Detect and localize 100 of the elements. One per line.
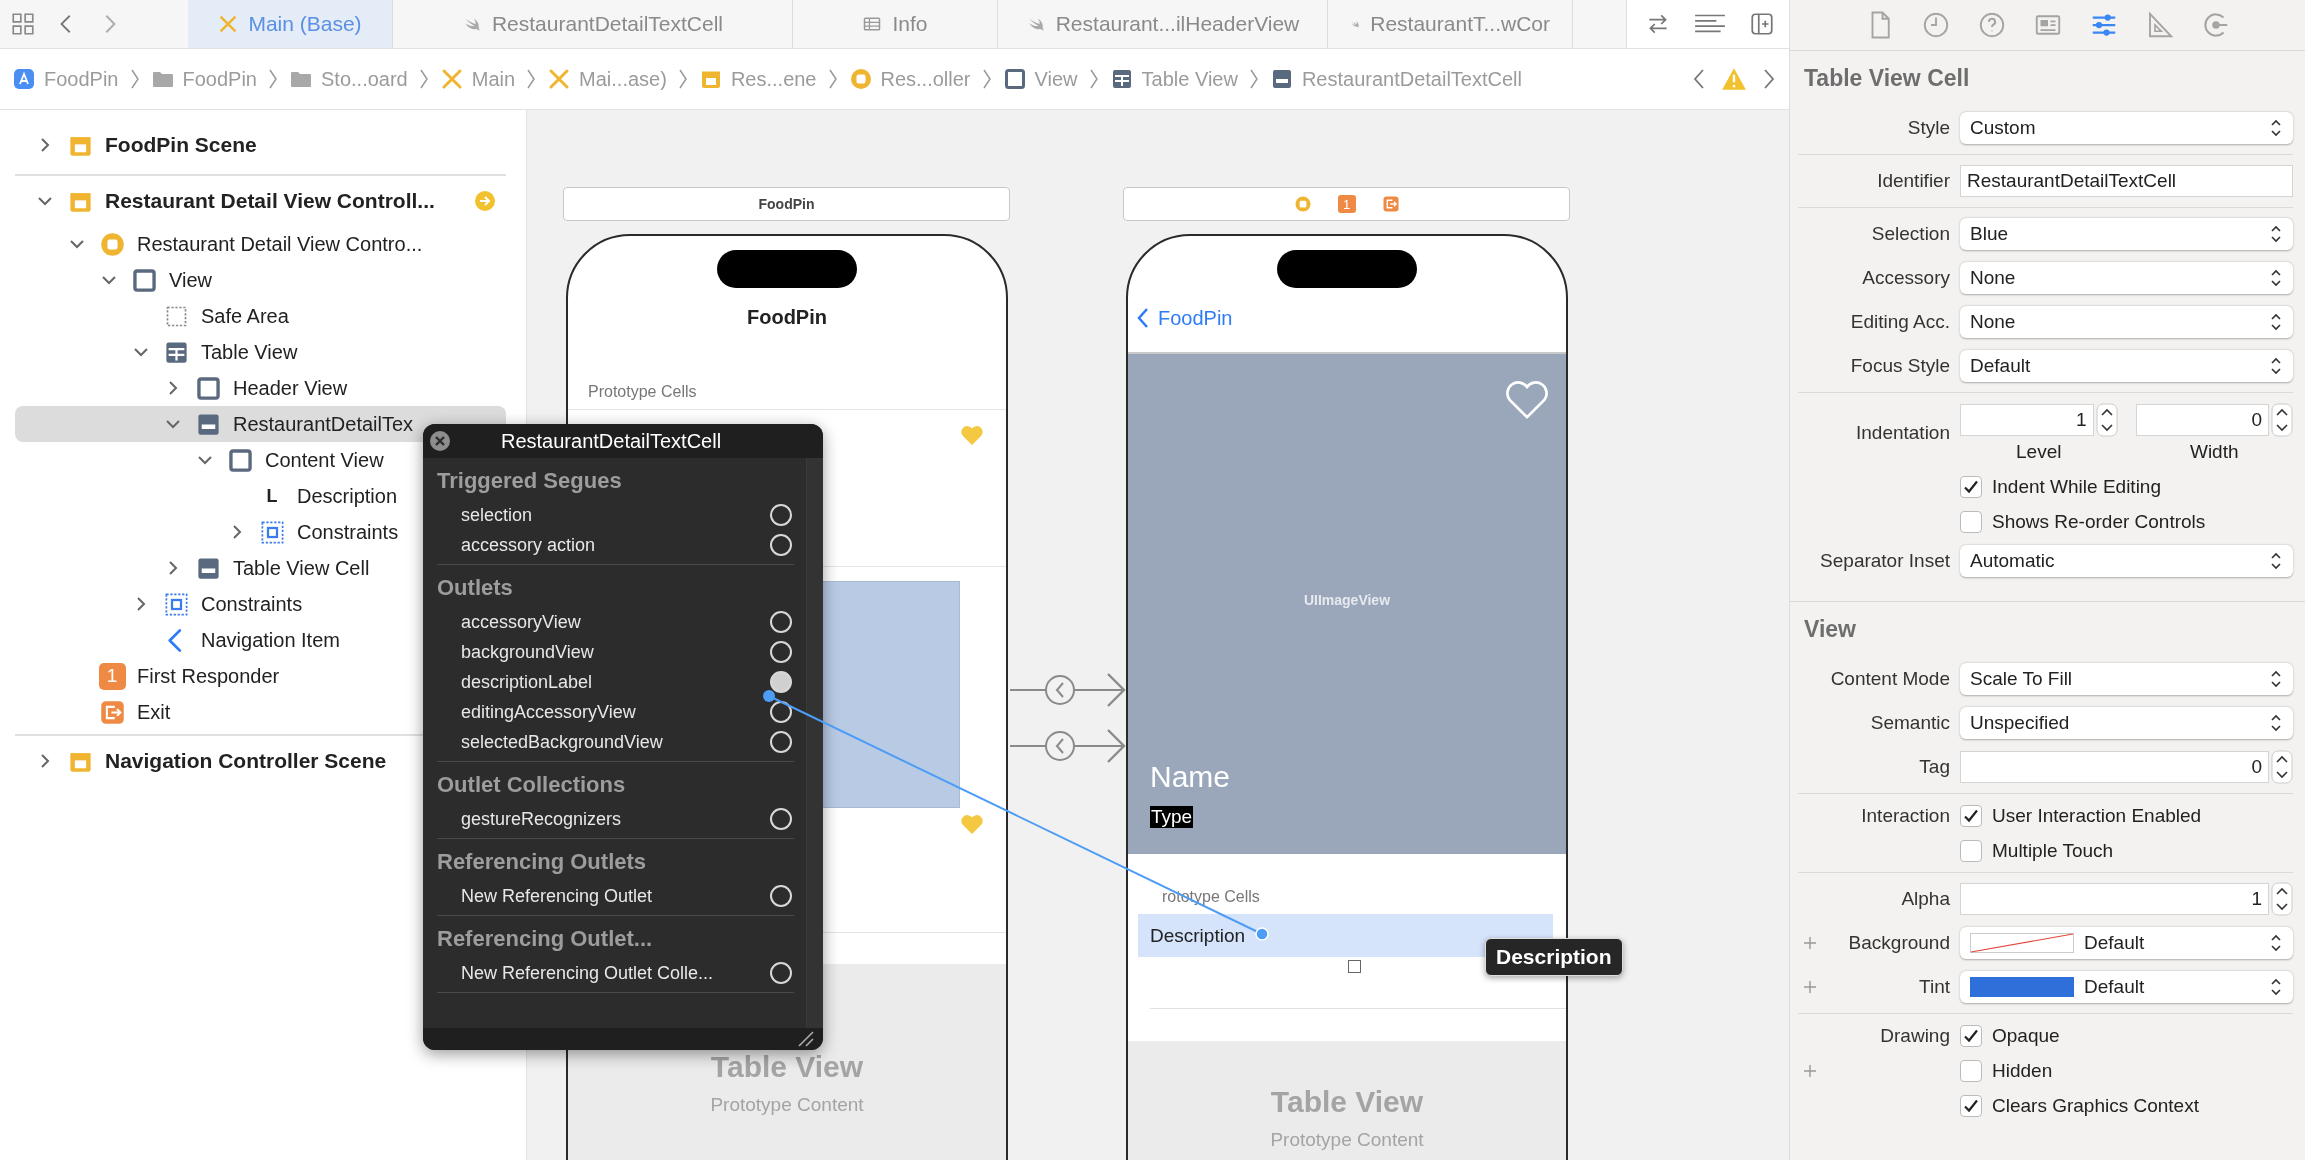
checkbox[interactable] (1960, 804, 1982, 827)
connection-well[interactable] (770, 885, 792, 907)
connection-well[interactable] (770, 808, 792, 830)
checkbox-label: Shows Re-order Controls (1992, 510, 2206, 533)
placeholder-title: Table View (1270, 1085, 1424, 1119)
checkbox[interactable] (1960, 839, 1982, 862)
updown-chevron-icon (2269, 267, 2283, 289)
checkbox[interactable] (1960, 1059, 1982, 1082)
updown-chevron-icon (2269, 117, 2283, 139)
square-icon (226, 446, 254, 474)
placeholder-subtitle: Prototype Content (1270, 1129, 1424, 1151)
checkbox-label: Multiple Touch (1992, 839, 2114, 862)
outline-label: Description (297, 484, 398, 508)
scrollbar[interactable] (806, 458, 823, 1028)
resize-grip-icon[interactable] (797, 1030, 815, 1048)
color-popup-button[interactable]: Default (1960, 971, 2293, 1003)
field-label: Accessory (1862, 267, 1950, 289)
popup-button[interactable]: Custom (1960, 112, 2293, 144)
type-label: Type (1150, 806, 1194, 828)
controller-icon (848, 67, 873, 91)
checkbox[interactable] (1960, 1024, 1982, 1047)
popup-button[interactable]: Unspecified (1960, 707, 2293, 739)
chevron-icon (525, 67, 538, 91)
tooltip: Description (1485, 938, 1623, 976)
square-icon (130, 266, 158, 294)
connection-name: gestureRecognizers (461, 808, 622, 830)
checkbox-label: Opaque (1992, 1024, 2060, 1047)
field-label: Separator Inset (1820, 550, 1950, 572)
number-field[interactable]: 0 (1960, 751, 2269, 783)
outline-row[interactable]: Restaurant Detail View Controll... (15, 174, 506, 226)
outline-row[interactable]: Safe Area (15, 298, 506, 334)
popup-button[interactable]: Automatic (1960, 545, 2293, 577)
outline-label: Constraints (297, 520, 399, 544)
number-field[interactable]: 1 (1960, 883, 2269, 915)
resize-handle[interactable] (1348, 960, 1361, 973)
outline-label: Table View Cell (233, 556, 370, 580)
field-label: Tint (1919, 976, 1950, 998)
outline-label: Navigation Item (201, 628, 340, 652)
number-field[interactable]: 0 (2135, 404, 2269, 436)
connection-well[interactable] (770, 731, 792, 753)
outline-label: Constraints (201, 592, 303, 616)
field-label: Semantic (1870, 712, 1950, 734)
section-title: Outlets (437, 574, 514, 602)
outline-label: Table View (201, 340, 298, 364)
checkbox[interactable] (1960, 475, 1982, 498)
popup-button[interactable]: Default (1960, 350, 2293, 382)
checkbox[interactable] (1960, 510, 1982, 533)
section-title: Triggered Segues (437, 467, 623, 495)
outline-label: Safe Area (201, 304, 289, 328)
stepper[interactable] (2271, 882, 2293, 916)
heart-icon (960, 813, 984, 835)
scene-dock[interactable]: FoodPin (563, 187, 1010, 221)
section-title: Referencing Outlets (437, 848, 648, 876)
connection-well[interactable] (770, 611, 792, 633)
square-icon (1002, 67, 1027, 91)
outline-row[interactable]: Restaurant Detail View Contro... (15, 226, 506, 262)
chevron-icon (826, 67, 839, 91)
grid-icon[interactable] (10, 11, 36, 37)
outline-row[interactable]: Table View (15, 334, 506, 370)
outline-label: First Responder (137, 664, 280, 688)
stepper[interactable] (2095, 403, 2118, 437)
chevron-icon (676, 67, 689, 91)
popup-button[interactable]: None (1960, 306, 2293, 338)
field-caption: Width (2189, 441, 2239, 463)
updown-chevron-icon (2269, 668, 2283, 690)
chevron-icon (128, 67, 141, 91)
scene-title: FoodPin (758, 196, 815, 212)
back-button[interactable]: FoodPin (1136, 306, 1233, 330)
popup-button[interactable]: None (1960, 262, 2293, 294)
connection-well[interactable] (770, 534, 792, 556)
checkbox-label: User Interaction Enabled (1992, 804, 2202, 827)
connection-well[interactable] (770, 671, 792, 693)
back-chevron-icon (1136, 306, 1150, 330)
outline-label: Header View (233, 376, 348, 400)
close-icon[interactable] (429, 430, 451, 452)
add-editor-icon[interactable] (1749, 11, 1775, 37)
popup-button[interactable]: Blue (1960, 218, 2293, 250)
text-field[interactable]: RestaurantDetailTextCell (1960, 165, 2293, 197)
connection-well[interactable] (770, 504, 792, 526)
outline-label: RestaurantDetailTex (233, 412, 414, 436)
number-field[interactable]: 1 (1960, 404, 2094, 436)
connection-well[interactable] (770, 962, 792, 984)
field-label: Focus Style (1850, 355, 1950, 377)
name-label: Name (1150, 760, 1231, 794)
square-icon (194, 374, 222, 402)
color-popup-button[interactable]: Default (1960, 927, 2293, 959)
stepper[interactable] (2271, 403, 2293, 437)
popup-button[interactable]: Scale To Fill (1960, 663, 2293, 695)
updown-chevron-icon (2269, 311, 2283, 333)
chevron-icon (1087, 67, 1100, 91)
outline-row[interactable]: Header View (15, 370, 506, 406)
connection-well[interactable] (770, 641, 792, 663)
outline-row[interactable]: FoodPin Scene (15, 120, 506, 170)
checkbox-label: Hidden (1992, 1059, 2053, 1082)
stepper[interactable] (2271, 750, 2293, 784)
checkbox[interactable] (1960, 1094, 1982, 1117)
chevron-icon (1247, 67, 1260, 91)
section-title: Referencing Outlet... (437, 925, 654, 953)
outline-row[interactable]: View (15, 262, 506, 298)
section-header: Prototype Cells (588, 383, 697, 401)
